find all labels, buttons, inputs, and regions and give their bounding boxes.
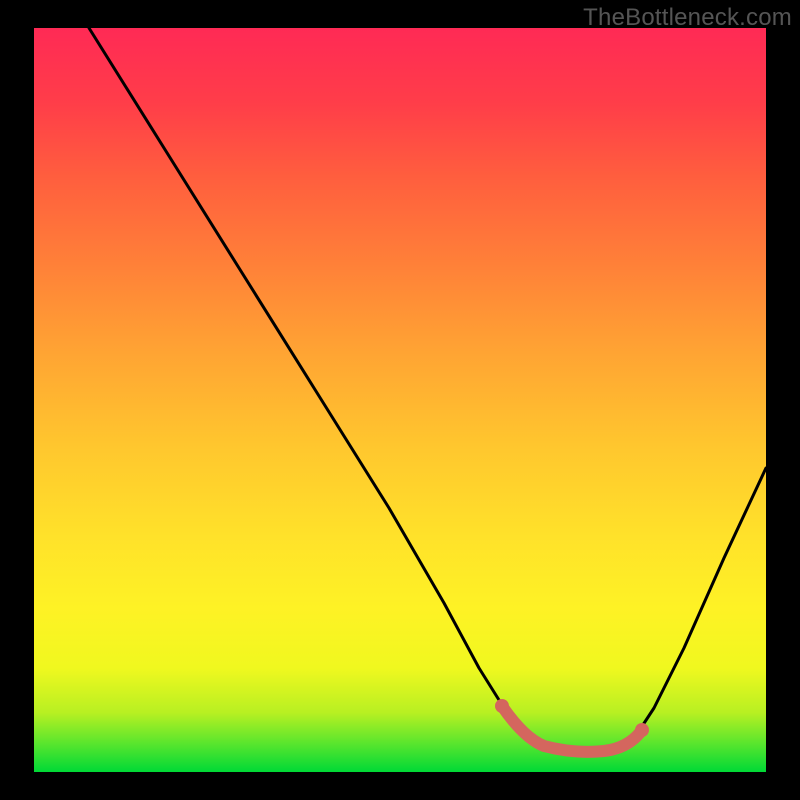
highlight-segment-path bbox=[502, 706, 642, 752]
chart-plot-area bbox=[34, 28, 766, 772]
highlight-segment-start-dot bbox=[495, 699, 509, 713]
bottleneck-curve-path bbox=[89, 28, 766, 752]
chart-svg bbox=[34, 28, 766, 772]
highlight-segment-end-dot bbox=[635, 723, 649, 737]
